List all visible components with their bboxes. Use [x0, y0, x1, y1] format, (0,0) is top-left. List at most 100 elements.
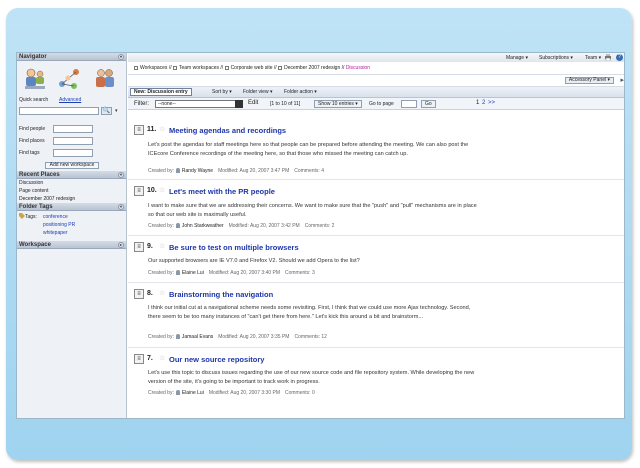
collapse-toggle-icon[interactable]: ▾	[118, 172, 124, 178]
filter-select[interactable]: --none--	[155, 100, 243, 108]
find-places-row: Find places	[17, 135, 126, 147]
collapse-toggle-icon[interactable]: ▾	[118, 204, 124, 210]
entry-comments[interactable]: Comments: 4	[294, 168, 324, 174]
recent-places-header[interactable]: Recent Places ▾	[17, 171, 126, 179]
star-icon[interactable]: ☆	[159, 289, 165, 297]
page-link-2[interactable]: 2	[482, 100, 485, 106]
search-row: 🔍 ▾	[17, 105, 126, 117]
checkbox-icon[interactable]	[134, 65, 138, 70]
checkbox-icon[interactable]	[172, 65, 177, 70]
checkbox-icon[interactable]	[224, 65, 229, 70]
recent-place-item[interactable]: Page content	[17, 187, 126, 195]
entries-list: ≡ 11. ☆ Meeting agendas and recordings L…	[128, 120, 624, 408]
entry-comments[interactable]: Comments: 2	[305, 223, 335, 229]
entry-comments[interactable]: Comments: 0	[285, 390, 315, 396]
find-tags-input[interactable]	[53, 149, 93, 157]
entry-comments[interactable]: Comments: 12	[294, 334, 327, 340]
find-people-label: Find people	[19, 126, 46, 132]
team-icon[interactable]	[93, 66, 117, 92]
checkbox-icon[interactable]	[278, 65, 283, 70]
filter-bar: Filter: --none-- Edit [1 to 10 of 11] Sh…	[128, 98, 624, 110]
entry-actions-icon[interactable]: ≡	[134, 289, 144, 299]
entry-title[interactable]: Meeting agendas and recordings	[169, 126, 286, 135]
folder-tags-list: Tags: conference positioning PR whitepap…	[17, 211, 126, 241]
go-to-page-input[interactable]	[401, 100, 417, 108]
entry-modified: Modified: Aug 20, 2007 3:35 PM	[218, 334, 290, 340]
entry-modified: Modified: Aug 20, 2007 3:40 PM	[208, 270, 280, 276]
page-next-link[interactable]: >>	[488, 100, 495, 106]
search-options-dropdown-icon[interactable]: ▾	[115, 108, 118, 114]
entry-title[interactable]: Be sure to test on multiple browsers	[169, 243, 299, 252]
navigator-header[interactable]: Navigator ▾	[17, 53, 126, 61]
breadcrumb-current: Discussion	[345, 65, 370, 71]
folder-action-menu[interactable]: Folder action ▾	[284, 89, 317, 95]
filter-dropdown-icon[interactable]	[235, 100, 243, 108]
panel-expand-icon[interactable]: ▸	[620, 76, 624, 84]
created-by-label: Created by:	[148, 270, 174, 276]
entry-title[interactable]: Brainstorming the navigation	[169, 290, 273, 299]
tags-label: Tags:	[25, 214, 37, 220]
folder-view-menu[interactable]: Folder view ▾	[243, 89, 272, 95]
star-icon[interactable]: ☆	[159, 186, 165, 194]
tag-link[interactable]: conference	[43, 214, 68, 220]
entry-comments[interactable]: Comments: 3	[285, 270, 315, 276]
entry-author[interactable]: John Starkweather	[182, 223, 224, 229]
entry-actions-icon[interactable]: ≡	[134, 354, 144, 364]
entry-author[interactable]: Elaine Lui	[182, 390, 204, 396]
tag-link[interactable]: whitepaper	[43, 230, 67, 236]
main-content: Manage ▾ Subscriptions ▾ Team ▾ ? Worksp…	[128, 53, 624, 418]
go-button[interactable]: Go	[421, 100, 436, 108]
entry-meta: Created by: Randy Wayne Modified: Aug 20, …	[148, 168, 324, 174]
breadcrumb-item[interactable]: December 2007 redesign	[284, 65, 340, 71]
entry-author[interactable]: Randy Wayne	[182, 168, 213, 174]
star-icon[interactable]: ☆	[159, 354, 165, 362]
discussion-entry: ≡ 9. ☆ Be sure to test on multiple brows…	[128, 236, 624, 283]
created-by-label: Created by:	[148, 223, 174, 229]
entry-title[interactable]: Let's meet with the PR people	[169, 187, 275, 196]
breadcrumb-item[interactable]: Corporate web site	[231, 65, 273, 71]
workspace-header[interactable]: Workspace ▸	[17, 241, 126, 249]
filter-edit-link[interactable]: Edit	[248, 100, 258, 106]
search-input[interactable]	[19, 107, 99, 115]
sort-by-menu[interactable]: Sort by ▾	[212, 89, 232, 95]
user-icon	[175, 390, 180, 396]
user-icon	[175, 168, 180, 174]
add-workspace-button[interactable]: Add new workspace	[45, 162, 99, 169]
tag-link[interactable]: positioning PR	[43, 222, 75, 228]
collapse-toggle-icon[interactable]: ▾	[118, 54, 124, 60]
subscriptions-menu[interactable]: Subscriptions ▾	[539, 55, 573, 61]
find-places-input[interactable]	[53, 137, 93, 145]
entries-range: [1 to 10 of 11]	[270, 101, 301, 107]
breadcrumb-item[interactable]: Workspaces	[140, 65, 167, 71]
star-icon[interactable]: ☆	[159, 242, 165, 250]
entry-actions-icon[interactable]: ≡	[134, 125, 144, 135]
search-button[interactable]: 🔍	[101, 107, 112, 115]
page-current: 1	[476, 100, 480, 106]
accessory-panel-button[interactable]: Accessory Panel ▾	[564, 77, 614, 84]
entry-actions-icon[interactable]: ≡	[134, 242, 144, 252]
places-map-icon[interactable]	[57, 66, 81, 92]
quick-search-label: Quick search	[19, 97, 49, 103]
star-icon[interactable]: ☆	[159, 125, 165, 133]
folder-tags-header[interactable]: Folder Tags ▾	[17, 203, 126, 211]
expand-toggle-icon[interactable]: ▸	[118, 242, 124, 248]
people-search-icon[interactable]	[23, 66, 47, 92]
team-menu[interactable]: Team ▾	[585, 55, 601, 61]
print-icon[interactable]	[604, 54, 612, 61]
breadcrumb-separator: //	[341, 65, 345, 71]
entry-actions-icon[interactable]: ≡	[134, 186, 144, 196]
entry-title[interactable]: Our new source repository	[169, 355, 264, 364]
find-people-input[interactable]	[53, 125, 93, 133]
breadcrumb-item[interactable]: Team workspaces	[179, 65, 219, 71]
recent-place-item[interactable]: Discussion	[17, 179, 126, 187]
entry-author[interactable]: Elaine Lui	[182, 270, 204, 276]
recent-place-item[interactable]: December 2007 redesign	[17, 195, 126, 203]
user-icon	[175, 223, 180, 229]
manage-menu[interactable]: Manage ▾	[506, 55, 528, 61]
help-icon[interactable]: ?	[616, 54, 623, 61]
new-discussion-entry-button[interactable]: New: Discussion entry	[130, 88, 192, 96]
entry-meta: Created by: Elaine Lui Modified: Aug 20, 2…	[148, 390, 315, 396]
show-entries-select[interactable]: Show 10 entries ▾	[314, 100, 362, 108]
entry-author[interactable]: Jamaal Evans	[182, 334, 213, 340]
advanced-search-link[interactable]: Advanced	[59, 97, 81, 103]
